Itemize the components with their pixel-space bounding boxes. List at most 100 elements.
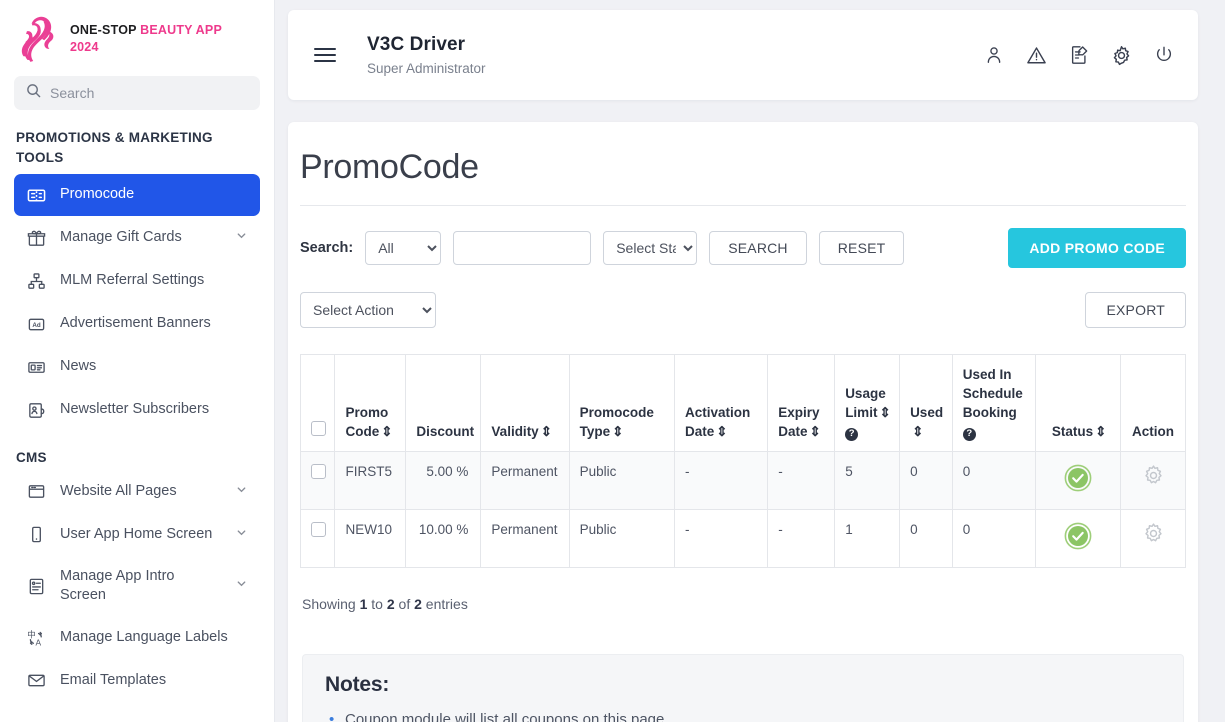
list-item: Coupon module will list all coupons on t… xyxy=(345,711,1161,722)
sidebar-item-manage-language-labels[interactable]: 中 A Manage Language Labels xyxy=(14,617,260,659)
cell-expiry-date: - xyxy=(768,451,835,509)
column-label: Action xyxy=(1132,424,1174,439)
cell-promo-code: FIRST5 xyxy=(335,451,406,509)
promocode-table: Promo Code⇕ Discount Validity⇕ Promocode… xyxy=(300,354,1186,568)
showing-suffix: entries xyxy=(422,596,468,612)
envelope-icon xyxy=(26,671,46,691)
select-action-dropdown[interactable]: Select Action xyxy=(300,292,436,328)
search-field-select[interactable]: All xyxy=(365,231,441,265)
topbar-icon-group xyxy=(984,45,1174,66)
alert-triangle-icon[interactable] xyxy=(1026,45,1047,66)
table-header-row: Promo Code⇕ Discount Validity⇕ Promocode… xyxy=(301,355,1186,452)
search-input[interactable] xyxy=(50,85,248,101)
note-edit-icon[interactable] xyxy=(1069,45,1089,65)
sidebar-item-label: Manage Language Labels xyxy=(60,628,248,648)
showing-prefix: Showing xyxy=(302,596,360,612)
column-status[interactable]: Status⇕ xyxy=(1035,355,1120,452)
gear-icon[interactable] xyxy=(1142,475,1165,490)
user-icon[interactable] xyxy=(984,45,1004,65)
status-badge-active[interactable] xyxy=(1064,538,1092,553)
notes-list: Coupon module will list all coupons on t… xyxy=(325,711,1161,722)
cell-action xyxy=(1121,509,1186,567)
sidebar-item-manage-gift-cards[interactable]: Manage Gift Cards xyxy=(14,217,260,259)
showing-to: 2 xyxy=(387,596,395,612)
help-icon[interactable]: ? xyxy=(963,428,976,441)
column-expiry-date[interactable]: Expiry Date⇕ xyxy=(768,355,835,452)
column-promo-code[interactable]: Promo Code⇕ xyxy=(335,355,406,452)
hamburger-icon[interactable] xyxy=(314,48,336,62)
subscriber-icon xyxy=(26,400,46,420)
column-label: Discount xyxy=(416,424,474,439)
notes-panel: Notes: Coupon module will list all coupo… xyxy=(302,654,1184,722)
sort-icon: ⇕ xyxy=(879,403,888,422)
sidebar-item-news[interactable]: News xyxy=(14,346,260,388)
cell-used-in-schedule-booking: 0 xyxy=(952,451,1035,509)
sidebar-section-title-cms: CMS xyxy=(0,432,274,470)
sidebar-item-advertisement-banners[interactable]: Ad Advertisement Banners xyxy=(14,303,260,345)
svg-text:Ad: Ad xyxy=(32,322,41,329)
showing-entries-text: Showing 1 to 2 of 2 entries xyxy=(300,568,1186,612)
search-text-input[interactable] xyxy=(453,231,591,265)
column-used[interactable]: Used ⇕ xyxy=(900,355,953,452)
add-promo-code-button[interactable]: ADD PROMO CODE xyxy=(1008,228,1186,268)
row-checkbox[interactable] xyxy=(311,464,326,479)
action-row: Select Action EXPORT xyxy=(300,268,1186,328)
brand-logo[interactable]: ONE-STOP BEAUTY APP 2024 xyxy=(0,0,274,72)
chevron-down-icon xyxy=(236,228,248,248)
export-button[interactable]: EXPORT xyxy=(1085,292,1186,328)
sort-icon: ⇕ xyxy=(912,422,921,441)
sidebar-item-newsletter-subscribers[interactable]: Newsletter Subscribers xyxy=(14,389,260,431)
sidebar-item-label: Newsletter Subscribers xyxy=(60,400,248,420)
sidebar-item-mlm-referral-settings[interactable]: MLM Referral Settings xyxy=(14,260,260,302)
sidebar-section-title-promotions: PROMOTIONS & MARKETING TOOLS xyxy=(0,110,274,173)
sort-icon: ⇕ xyxy=(612,422,621,441)
status-select[interactable]: Select Stat xyxy=(603,231,697,265)
column-label: Status xyxy=(1052,424,1093,439)
sort-icon: ⇕ xyxy=(541,422,550,441)
gear-icon[interactable] xyxy=(1142,533,1165,548)
select-all-checkbox[interactable] xyxy=(311,421,326,436)
cell-discount: 10.00 % xyxy=(406,509,481,567)
row-checkbox[interactable] xyxy=(311,522,326,537)
page-title: PromoCode xyxy=(300,148,1186,206)
sidebar-item-label: Manage App Intro Screen xyxy=(60,567,222,606)
power-icon[interactable] xyxy=(1154,45,1174,65)
column-validity[interactable]: Validity⇕ xyxy=(481,355,569,452)
cell-activation-date: - xyxy=(675,509,768,567)
cell-used: 0 xyxy=(900,451,953,509)
column-promocode-type[interactable]: Promocode Type⇕ xyxy=(569,355,674,452)
column-action: Action xyxy=(1121,355,1186,452)
sidebar-item-email-templates[interactable]: Email Templates xyxy=(14,660,260,702)
sidebar-item-website-all-pages[interactable]: Website All Pages xyxy=(14,471,260,513)
main-content: V3C Driver Super Administrator xyxy=(275,0,1225,722)
chevron-down-icon xyxy=(236,525,248,545)
search-label: Search: xyxy=(300,240,353,256)
column-activation-date[interactable]: Activation Date⇕ xyxy=(675,355,768,452)
help-icon[interactable]: ? xyxy=(845,428,858,441)
cell-promocode-type: Public xyxy=(569,451,674,509)
cell-status xyxy=(1035,509,1120,567)
sidebar-item-promocode[interactable]: Promocode xyxy=(14,174,260,216)
mobile-icon xyxy=(26,525,46,545)
search-button[interactable]: SEARCH xyxy=(709,231,807,265)
column-usage-limit[interactable]: Usage Limit⇕ ? xyxy=(835,355,900,452)
sidebar-item-manage-app-intro-screen[interactable]: Manage App Intro Screen xyxy=(14,557,260,616)
sidebar-item-label: Advertisement Banners xyxy=(60,314,248,334)
reset-button[interactable]: RESET xyxy=(819,231,905,265)
status-badge-active[interactable] xyxy=(1064,480,1092,495)
sidebar-item-label: News xyxy=(60,357,248,377)
brand-line1-pink: BEAUTY APP xyxy=(140,23,222,37)
svg-text:中: 中 xyxy=(27,629,35,639)
promocode-card: PromoCode Search: All Select Stat SEARCH… xyxy=(288,122,1198,722)
chevron-down-icon xyxy=(236,482,248,502)
chevron-down-icon xyxy=(236,576,248,596)
filter-row: Search: All Select Stat SEARCH RESET ADD… xyxy=(300,206,1186,268)
sidebar-search[interactable] xyxy=(14,76,260,110)
sidebar-item-label: MLM Referral Settings xyxy=(60,271,248,291)
topbar-title: V3C Driver xyxy=(367,34,486,56)
sidebar-item-user-app-home-screen[interactable]: User App Home Screen xyxy=(14,514,260,556)
browser-icon xyxy=(26,482,46,502)
cell-validity: Permanent xyxy=(481,451,569,509)
cell-status xyxy=(1035,451,1120,509)
gear-icon[interactable] xyxy=(1111,45,1132,66)
